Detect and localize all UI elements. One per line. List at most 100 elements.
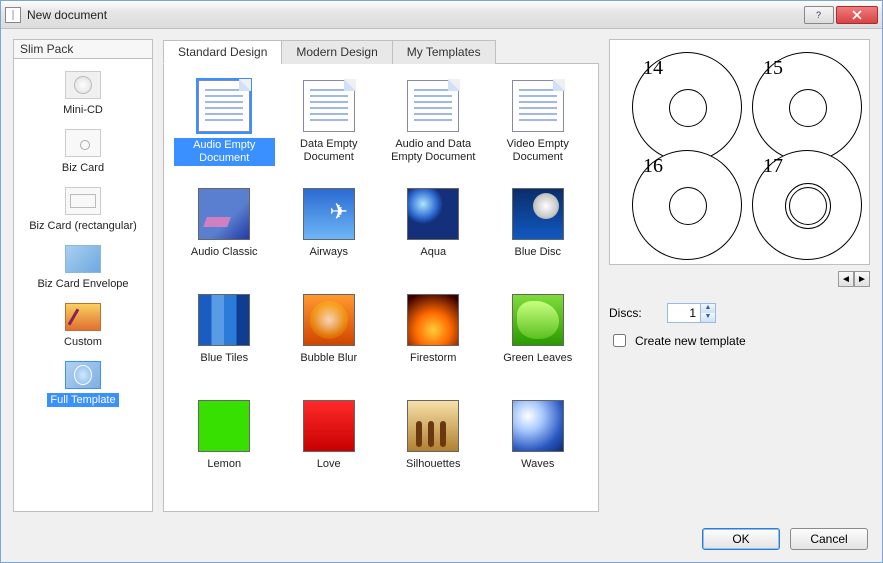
next-page-button[interactable]: ►	[854, 271, 870, 287]
discs-down-button[interactable]: ▼	[700, 313, 715, 322]
template-item[interactable]: Aqua	[383, 184, 484, 276]
preview-disc: 15	[752, 52, 862, 162]
template-item[interactable]: Blue Tiles	[174, 290, 275, 382]
window-title: New document	[27, 8, 802, 22]
template-item[interactable]: Airways	[279, 184, 380, 276]
template-item[interactable]: Silhouettes	[383, 396, 484, 488]
template-caption: Audio and Data Empty Document	[383, 138, 484, 164]
discs-input[interactable]	[668, 304, 700, 322]
template-thumb-icon	[198, 294, 250, 346]
tabs: Standard DesignModern DesignMy Templates	[163, 40, 599, 64]
layout-preview: 14 15 16 17	[609, 39, 870, 265]
template-caption: Data Empty Document	[279, 138, 380, 164]
template-caption: Audio Empty Document	[174, 138, 275, 166]
sidebar-thumb-icon	[65, 129, 101, 157]
tab[interactable]: Modern Design	[281, 40, 392, 64]
template-item[interactable]: Green Leaves	[488, 290, 589, 382]
template-thumb-icon	[407, 294, 459, 346]
sidebar-item[interactable]: Biz Card Envelope	[14, 239, 152, 297]
template-item[interactable]: Audio Classic	[174, 184, 275, 276]
prev-page-button[interactable]: ◄	[838, 271, 854, 287]
template-thumb-icon	[512, 400, 564, 452]
close-button[interactable]	[836, 6, 878, 24]
preview-pager: ◄ ►	[609, 271, 870, 287]
template-item[interactable]: Audio and Data Empty Document	[383, 76, 484, 170]
disc-number: 16	[643, 155, 663, 178]
template-item[interactable]: Love	[279, 396, 380, 488]
template-caption: Blue Tiles	[200, 352, 248, 378]
template-thumb-icon	[407, 80, 459, 132]
disc-number: 14	[643, 57, 663, 80]
sidebar-thumb-icon	[65, 303, 101, 331]
template-caption: Firestorm	[410, 352, 456, 378]
sidebar-header: Slim Pack	[13, 39, 153, 58]
app-icon	[5, 7, 21, 23]
template-item[interactable]: Waves	[488, 396, 589, 488]
options: Discs: ▲ ▼ Create new template	[609, 303, 870, 350]
sidebar-thumb-icon	[65, 245, 101, 273]
disc-number: 17	[763, 155, 783, 178]
sidebar-item[interactable]: Biz Card	[14, 123, 152, 181]
sidebar-wrap: Slim Pack Mini-CD Biz Card Biz Card (recta…	[13, 39, 153, 512]
template-thumb-icon	[512, 188, 564, 240]
template-caption: Video Empty Document	[488, 138, 589, 164]
sidebar-thumb-icon	[65, 361, 101, 389]
template-thumb-icon	[512, 80, 564, 132]
tab[interactable]: My Templates	[392, 40, 496, 64]
sidebar-item-label: Mini-CD	[60, 103, 106, 117]
titlebar: New document ?	[1, 1, 882, 29]
sidebar-item[interactable]: Biz Card (rectangular)	[14, 181, 152, 239]
template-item[interactable]: Blue Disc	[488, 184, 589, 276]
template-thumb-icon	[303, 188, 355, 240]
sidebar-item-label: Biz Card	[59, 161, 107, 175]
template-thumb-icon	[407, 188, 459, 240]
template-thumb-icon	[303, 294, 355, 346]
create-new-template-checkbox[interactable]	[613, 334, 626, 347]
disc-number: 15	[763, 57, 783, 80]
sidebar-item[interactable]: Mini-CD	[14, 65, 152, 123]
ok-button[interactable]: OK	[702, 528, 780, 550]
template-caption: Audio Classic	[191, 246, 258, 272]
preview-disc: 17	[752, 150, 862, 260]
create-new-template-label[interactable]: Create new template	[635, 334, 746, 348]
sidebar[interactable]: Mini-CD Biz Card Biz Card (rectangular) Biz…	[13, 58, 153, 512]
template-caption: Aqua	[420, 246, 446, 272]
template-item[interactable]: Firestorm	[383, 290, 484, 382]
template-grid[interactable]: Audio Empty DocumentData Empty DocumentA…	[163, 63, 599, 512]
template-caption: Love	[317, 458, 341, 484]
discs-spinbox[interactable]: ▲ ▼	[667, 303, 716, 323]
dialog-content: Slim Pack Mini-CD Biz Card Biz Card (recta…	[1, 29, 882, 518]
preview-disc: 16	[632, 150, 742, 260]
template-caption: Airways	[309, 246, 348, 272]
sidebar-thumb-icon	[65, 187, 101, 215]
template-caption: Green Leaves	[503, 352, 572, 378]
sidebar-item-label: Biz Card Envelope	[34, 277, 131, 291]
template-caption: Silhouettes	[406, 458, 460, 484]
sidebar-item-label: Custom	[61, 335, 105, 349]
template-item[interactable]: Bubble Blur	[279, 290, 380, 382]
template-thumb-icon	[303, 80, 355, 132]
dialog-window: New document ? Slim Pack Mini-CD Biz Card…	[0, 0, 883, 563]
discs-label: Discs:	[609, 306, 657, 320]
sidebar-item[interactable]: Custom	[14, 297, 152, 355]
sidebar-item-label: Biz Card (rectangular)	[26, 219, 140, 233]
template-item[interactable]: Data Empty Document	[279, 76, 380, 170]
template-item[interactable]: Video Empty Document	[488, 76, 589, 170]
disc-grid: 14 15 16 17	[626, 52, 853, 252]
template-caption: Waves	[521, 458, 554, 484]
template-thumb-icon	[512, 294, 564, 346]
template-item[interactable]: Lemon	[174, 396, 275, 488]
help-button[interactable]: ?	[804, 6, 834, 24]
sidebar-item[interactable]: Full Template	[14, 355, 152, 413]
template-item[interactable]: Audio Empty Document	[174, 76, 275, 170]
cancel-button[interactable]: Cancel	[790, 528, 868, 550]
template-thumb-icon	[198, 400, 250, 452]
right-panel: 14 15 16 17 ◄ ► Discs: ▲ ▼	[609, 39, 870, 512]
sidebar-thumb-icon	[65, 71, 101, 99]
template-thumb-icon	[198, 188, 250, 240]
svg-text:?: ?	[816, 10, 821, 20]
preview-disc: 14	[632, 52, 742, 162]
sidebar-item-label: Full Template	[47, 393, 118, 407]
tab[interactable]: Standard Design	[163, 40, 282, 64]
discs-up-button[interactable]: ▲	[700, 304, 715, 313]
